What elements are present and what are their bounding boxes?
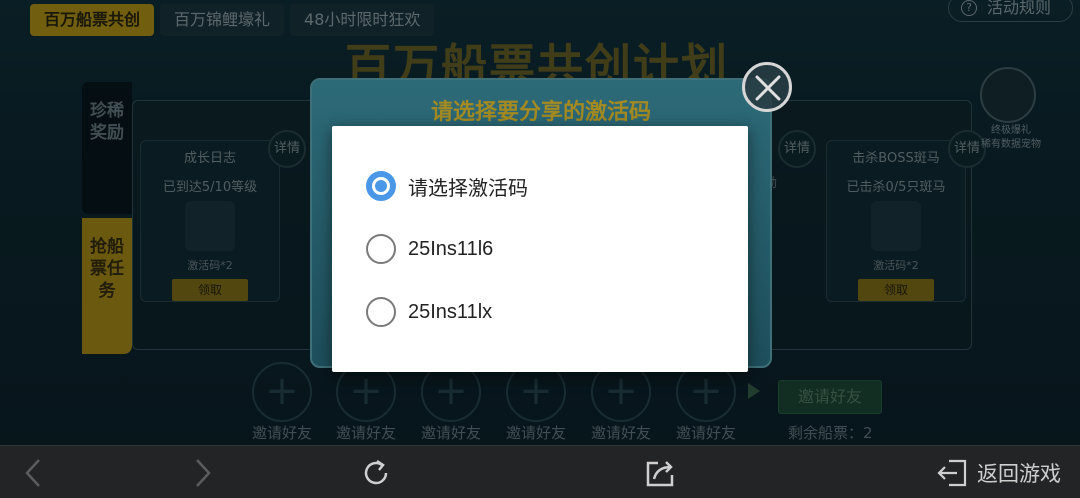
option-label: 25Ins11lx: [408, 300, 493, 323]
option-placeholder[interactable]: 请选择激活码: [366, 170, 528, 202]
activation-code-picker: 请选择激活码 25Ins11l6 25Ins11lx: [332, 126, 748, 372]
option-label: 25Ins11l6: [408, 237, 494, 260]
option-code-1[interactable]: 25Ins11l6: [366, 233, 493, 265]
radio-selected-icon[interactable]: [366, 171, 396, 201]
browser-navbar: 返回游戏: [0, 445, 1080, 498]
forward-nav-button[interactable]: [188, 446, 218, 498]
refresh-icon: [364, 459, 388, 484]
back-to-game-label: 返回游戏: [977, 461, 1061, 486]
exit-icon: [937, 459, 967, 486]
radio-unselected-icon[interactable]: [366, 234, 396, 264]
option-code-2[interactable]: 25Ins11lx: [366, 296, 492, 328]
close-icon: [755, 75, 781, 101]
chevron-right-icon: [196, 458, 211, 487]
share-button[interactable]: [640, 446, 680, 498]
share-modal-title: 请选择要分享的激活码: [430, 100, 651, 125]
chevron-left-icon: [25, 458, 40, 487]
share-icon: [646, 460, 674, 486]
close-button[interactable]: [742, 62, 792, 112]
refresh-button[interactable]: [356, 446, 396, 498]
back-nav-button[interactable]: [18, 446, 48, 498]
radio-unselected-icon[interactable]: [366, 297, 396, 327]
option-label: 请选择激活码: [408, 177, 528, 200]
back-to-game-button[interactable]: 返回游戏: [928, 446, 1068, 498]
